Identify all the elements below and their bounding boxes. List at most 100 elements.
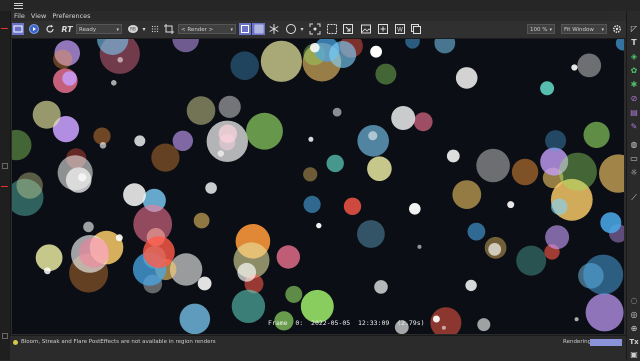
- bokeh-highlight: [134, 135, 146, 147]
- deformer-icon[interactable]: ⊘: [629, 93, 639, 103]
- bokeh-highlight: [83, 221, 94, 233]
- render-viewport[interactable]: [12, 39, 624, 334]
- rt-toggle[interactable]: RT: [60, 23, 74, 35]
- render-progress-bar: [590, 339, 622, 346]
- left-panel-strip: [0, 11, 11, 360]
- render-settings-button[interactable]: RB: [126, 23, 140, 35]
- bokeh-highlight: [571, 64, 578, 71]
- bokeh-light: [78, 237, 110, 268]
- snapshot-button[interactable]: [360, 23, 372, 35]
- bokeh-light: [357, 125, 390, 157]
- bokeh-light: [329, 41, 357, 68]
- circle-dropdown-arrow[interactable]: ▾: [299, 23, 305, 35]
- fit-window-dropdown[interactable]: Fit Window ▾: [561, 24, 607, 34]
- bokeh-light: [540, 81, 555, 96]
- menu-preferences[interactable]: Preferences: [52, 12, 90, 20]
- bokeh-highlight: [99, 142, 107, 149]
- bokeh-highlight: [78, 173, 87, 182]
- bokeh-light: [186, 96, 216, 125]
- fit-value: Fit Window: [564, 27, 594, 33]
- bokeh-light: [516, 245, 547, 276]
- grid-toggle-button[interactable]: [252, 23, 265, 35]
- bokeh-light: [367, 156, 392, 181]
- circle-tool-button[interactable]: [285, 23, 297, 35]
- field-icon[interactable]: ✎: [629, 121, 639, 131]
- bokeh-light: [143, 236, 175, 268]
- compare-button[interactable]: W: [394, 23, 406, 35]
- bokeh-light: [231, 289, 266, 323]
- sphere-icon[interactable]: ◎: [629, 309, 639, 319]
- bokeh-light: [476, 148, 510, 183]
- refresh-icon: [46, 24, 54, 33]
- freeze-button[interactable]: [268, 23, 280, 35]
- bokeh-highlight: [111, 80, 117, 86]
- globe-icon[interactable]: ◍: [629, 139, 639, 149]
- text-object-icon[interactable]: Tx: [629, 337, 639, 347]
- pen-icon[interactable]: ⟋: [629, 193, 639, 203]
- bokeh-highlight: [574, 317, 579, 322]
- chevron-down-icon: ▾: [549, 27, 552, 33]
- bokeh-light: [32, 100, 61, 129]
- camera-dropdown[interactable]: < Render > ▾: [178, 24, 236, 34]
- settings-badge-icon: RB: [128, 25, 138, 33]
- bokeh-light: [57, 155, 93, 191]
- zoom-dropdown[interactable]: 100 % ▾: [527, 24, 555, 34]
- bokeh-light: [413, 112, 433, 132]
- tag-icon[interactable]: ▤: [629, 107, 639, 117]
- bokeh-highlight: [477, 318, 491, 332]
- bokeh-light: [35, 244, 63, 272]
- object-icon[interactable]: ◈: [629, 51, 639, 61]
- bokeh-light: [343, 197, 362, 215]
- bokeh-light: [577, 53, 602, 78]
- refresh-button[interactable]: [44, 23, 56, 35]
- light-icon[interactable]: ☼: [629, 167, 639, 177]
- bokeh-light: [452, 180, 482, 210]
- crop-icon: [164, 24, 174, 34]
- hamburger-menu-icon[interactable]: [14, 1, 23, 9]
- warning-icon: [13, 340, 18, 345]
- bokeh-light: [583, 121, 610, 148]
- crop-button[interactable]: [163, 23, 175, 35]
- bokeh-light: [206, 120, 248, 162]
- effector-icon[interactable]: ✱: [629, 79, 639, 89]
- start-render-button[interactable]: [28, 23, 40, 35]
- select-region-button[interactable]: [326, 23, 338, 35]
- menu-file[interactable]: File: [14, 12, 25, 20]
- box-icon[interactable]: ▣: [629, 349, 639, 359]
- bokeh-light: [326, 154, 344, 173]
- text-tool-icon[interactable]: T: [629, 37, 639, 47]
- panel-toggle-button[interactable]: [2, 333, 8, 339]
- svg-text:W: W: [397, 27, 403, 34]
- camera-tool-icon[interactable]: ▭: [629, 153, 639, 163]
- render-view-button[interactable]: [12, 23, 24, 35]
- bokeh-light: [375, 63, 397, 85]
- bokeh-highlight: [374, 280, 388, 294]
- settings-button[interactable]: [611, 23, 623, 35]
- bokeh-light: [53, 49, 73, 69]
- region-render-button[interactable]: [239, 23, 251, 35]
- grid-dots-button[interactable]: [150, 23, 160, 35]
- cursor-icon[interactable]: ◸: [629, 23, 639, 33]
- panel-toggle-button[interactable]: [2, 163, 8, 169]
- add-snapshot-button[interactable]: [377, 23, 389, 35]
- bokeh-light: [357, 220, 385, 248]
- lightbulb-icon[interactable]: ◌: [629, 295, 639, 305]
- bokeh-highlight: [409, 203, 421, 215]
- render-state-dropdown[interactable]: Ready ▾: [76, 24, 122, 34]
- menu-view[interactable]: View: [31, 12, 46, 20]
- generator-icon[interactable]: ✿: [629, 65, 639, 75]
- camera-icon: [13, 25, 23, 33]
- world-icon[interactable]: ⊕: [629, 323, 639, 333]
- bokeh-highlight: [332, 107, 342, 117]
- fit-region-button[interactable]: [309, 23, 321, 35]
- play-circle-icon: [29, 24, 39, 34]
- channels-button[interactable]: [410, 23, 422, 35]
- bokeh-highlight: [316, 222, 322, 229]
- render-progress-fill: [590, 339, 622, 346]
- bokeh-highlight: [44, 267, 51, 275]
- dashed-region-icon: [327, 24, 337, 34]
- settings-dropdown-arrow[interactable]: ▾: [141, 23, 147, 35]
- bokeh-light: [300, 289, 334, 323]
- bokeh-light: [93, 127, 111, 145]
- expand-button[interactable]: [342, 23, 354, 35]
